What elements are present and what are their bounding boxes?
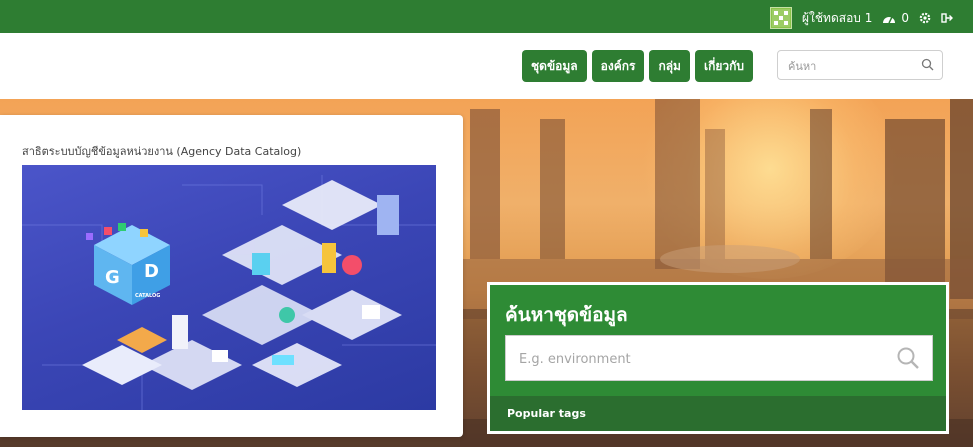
popular-tags-bar: Popular tags: [490, 396, 946, 431]
dashboard-link[interactable]: 0: [882, 11, 909, 25]
top-account-bar: ผู้ใช้ทดสอบ 1 0: [0, 0, 973, 33]
settings-button[interactable]: [919, 12, 931, 24]
card-title: สาธิตระบบบัญชีข้อมูลหน่วยงาน (Agency Dat…: [22, 145, 302, 158]
account-area: ผู้ใช้ทดสอบ 1 0: [770, 7, 953, 29]
nav-groups[interactable]: กลุ่ม: [649, 50, 690, 82]
search-icon[interactable]: [896, 346, 920, 370]
nav-about[interactable]: เกี่ยวกับ: [694, 50, 753, 82]
search-input[interactable]: [786, 51, 920, 81]
catalog-illustration: G D CATALOG: [22, 165, 436, 410]
nav-datasets[interactable]: ชุดข้อมูล: [522, 50, 587, 82]
gear-icon: [919, 12, 931, 24]
user-name-link[interactable]: ผู้ใช้ทดสอบ 1: [802, 9, 872, 28]
dataset-search-box: [505, 335, 933, 382]
notification-count: 0: [901, 11, 909, 25]
site-header: ชุดข้อมูล องค์กร กลุ่ม เกี่ยวกับ: [0, 33, 973, 99]
logo-caption: CATALOG: [135, 293, 160, 299]
dataset-search-title: ค้นหาชุดข้อมูล: [505, 304, 628, 326]
user-avatar-icon[interactable]: [770, 7, 793, 29]
dashboard-icon: [883, 16, 896, 24]
main-nav: ชุดข้อมูล องค์กร กลุ่ม เกี่ยวกับ: [522, 50, 753, 82]
nav-organizations[interactable]: องค์กร: [591, 50, 645, 82]
logout-icon: [941, 13, 953, 23]
dataset-search-panel: ค้นหาชุดข้อมูล Popular tags: [487, 282, 949, 434]
dataset-search-input[interactable]: [517, 336, 891, 382]
search-icon[interactable]: [921, 58, 934, 71]
header-search: [777, 50, 943, 81]
logo-letter-g: G: [105, 267, 120, 288]
logout-button[interactable]: [941, 12, 953, 24]
logo-letter-d: D: [144, 261, 159, 282]
popular-tags-label: Popular tags: [507, 407, 586, 420]
catalog-card: สาธิตระบบบัญชีข้อมูลหน่วยงาน (Agency Dat…: [0, 115, 463, 437]
